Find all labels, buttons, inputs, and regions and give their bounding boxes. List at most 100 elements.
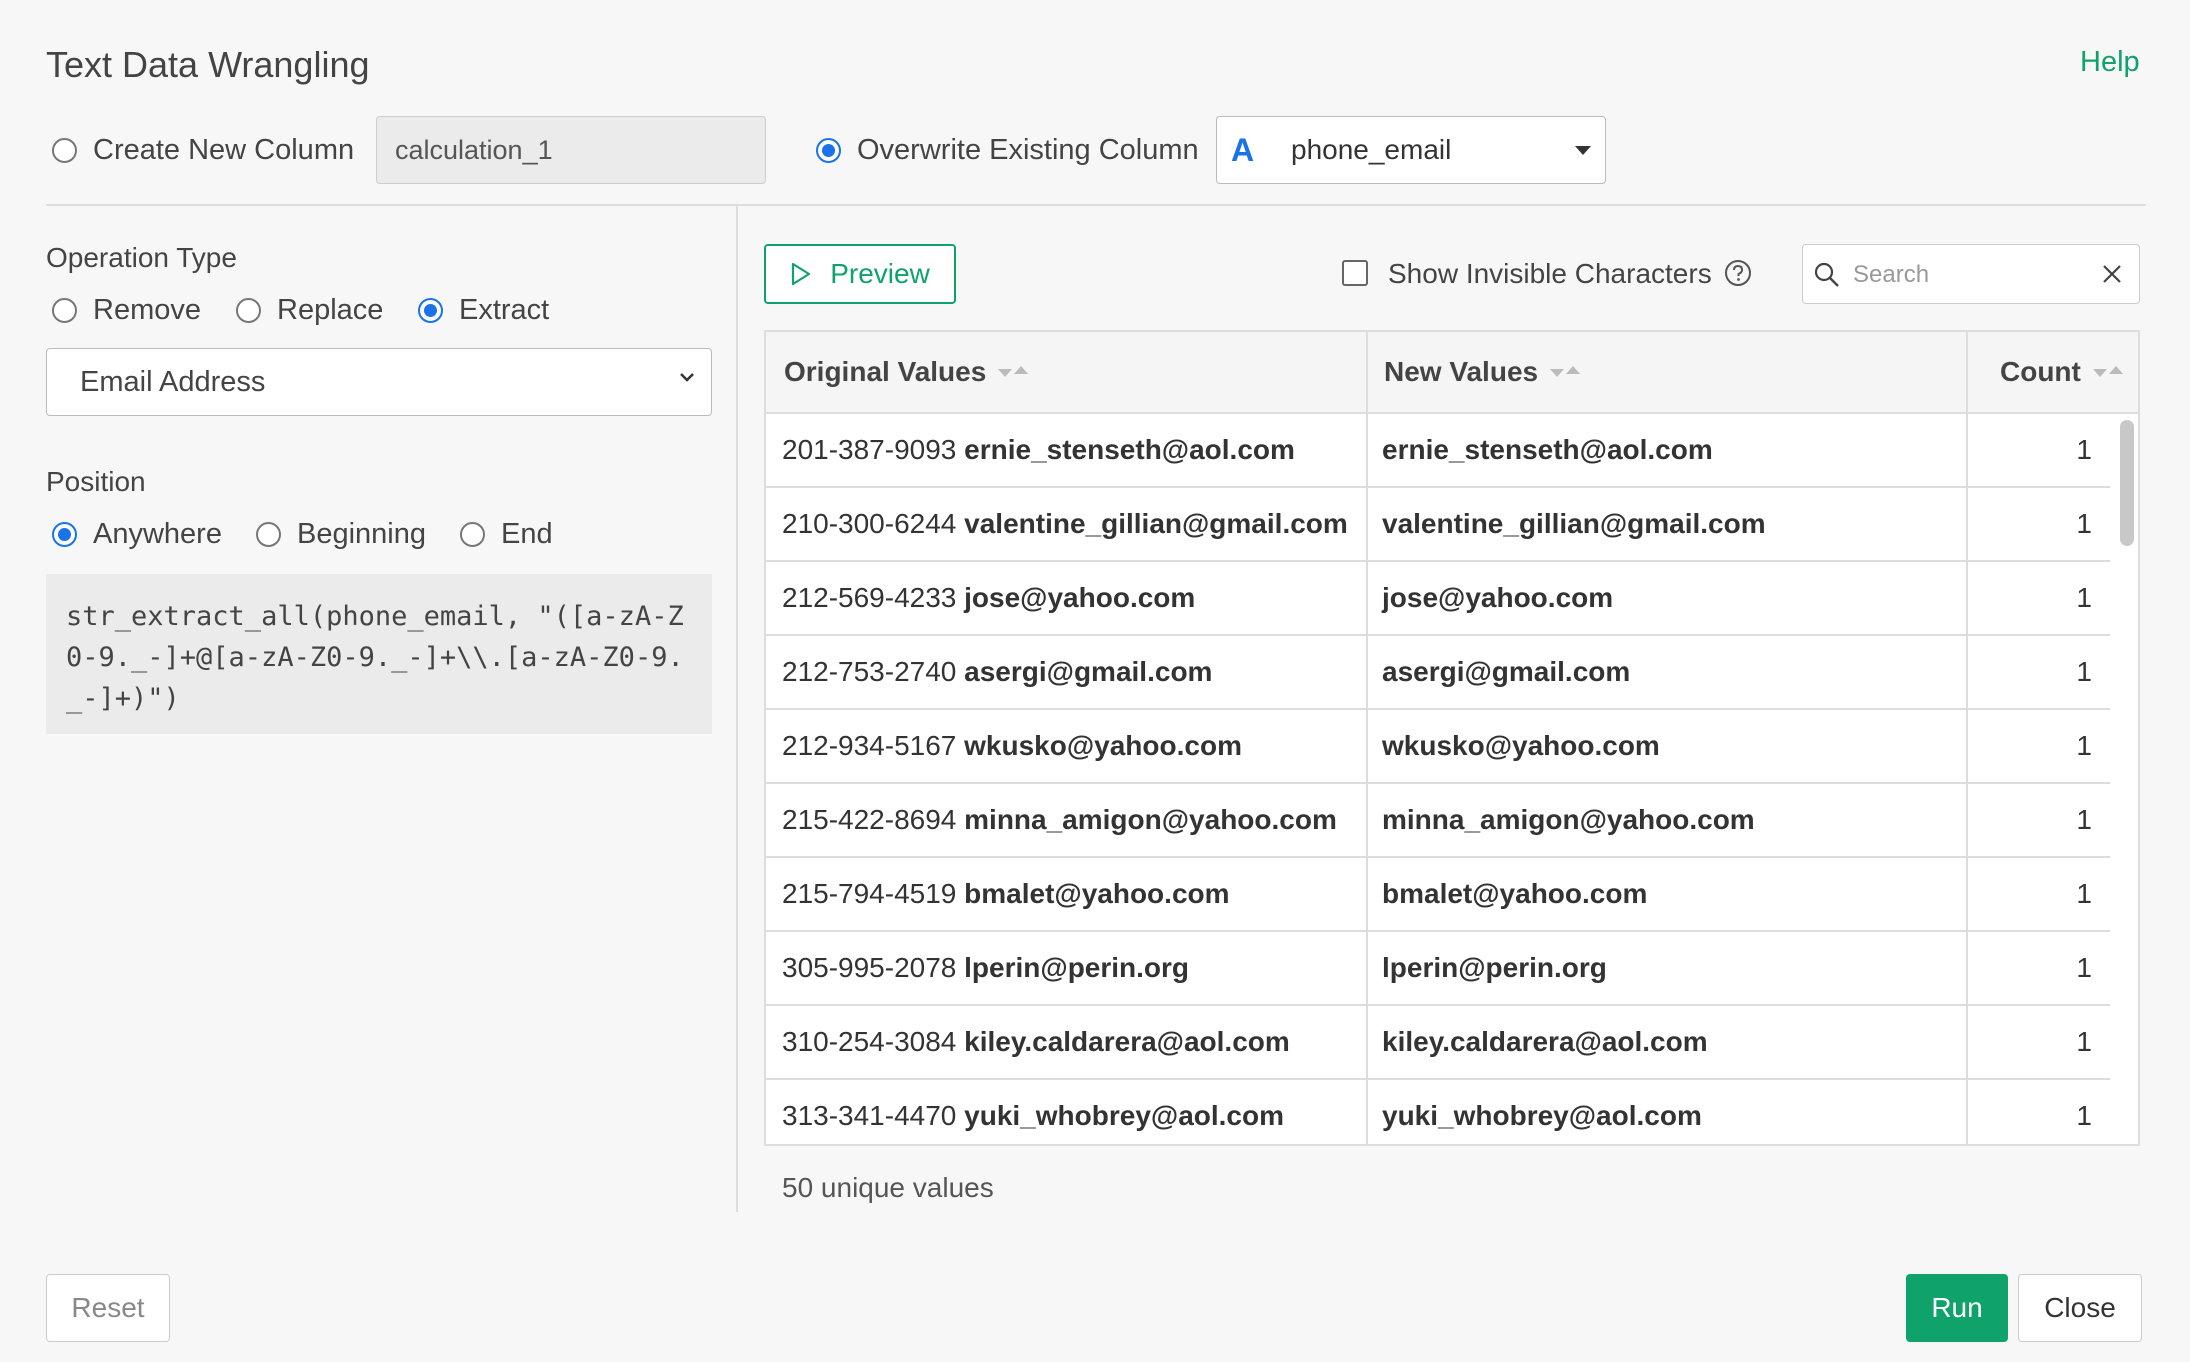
table-row: 305-995-2078 lperin@perin.org lperin@per…	[766, 932, 2110, 1006]
operation-replace-label: Replace	[277, 294, 384, 326]
original-value: 212-934-5167 wkusko@yahoo.com	[782, 730, 1242, 761]
search-input[interactable]: Search	[1853, 261, 1929, 289]
header-count[interactable]: Count	[2000, 332, 2123, 412]
help-link[interactable]: Help	[2080, 46, 2140, 79]
create-new-column-option[interactable]: Create New Column	[52, 134, 354, 167]
count-value: 1	[2076, 952, 2092, 983]
table-row: 212-934-5167 wkusko@yahoo.com wkusko@yah…	[766, 710, 2110, 784]
new-value: jose@yahoo.com	[1382, 582, 1614, 613]
search-icon	[1814, 262, 1839, 287]
original-value: 310-254-3084 kiley.caldarera@aol.com	[782, 1026, 1290, 1057]
create-new-column-label: Create New Column	[93, 134, 355, 166]
position-end-radio[interactable]	[460, 522, 485, 547]
operation-extract-radio[interactable]	[418, 298, 443, 323]
sort-icon[interactable]	[998, 365, 1029, 379]
count-value: 1	[2076, 1026, 2092, 1057]
position-beginning-label: Beginning	[297, 518, 426, 550]
operation-replace-radio[interactable]	[236, 298, 261, 323]
table-header: Original Values New Values Count	[766, 332, 2138, 414]
sort-icon[interactable]	[2092, 365, 2123, 379]
original-value: 210-300-6244 valentine_gillian@gmail.com	[782, 508, 1348, 539]
count-value: 1	[2076, 730, 2092, 761]
original-value: 201-387-9093 ernie_stenseth@aol.com	[782, 434, 1295, 465]
chevron-down-icon	[680, 373, 694, 382]
overwrite-existing-column-option[interactable]: Overwrite Existing Column	[816, 134, 1199, 167]
operation-extract-label: Extract	[459, 294, 550, 326]
question-circle-icon[interactable]	[1724, 259, 1752, 287]
unique-values-count: 50 unique values	[782, 1172, 994, 1203]
extract-pattern-value: Email Address	[80, 366, 266, 398]
position-label: Position	[46, 466, 146, 497]
preview-label: Preview	[830, 258, 930, 289]
extract-pattern-select[interactable]: Email Address	[46, 348, 712, 416]
close-button[interactable]: Close	[2018, 1274, 2142, 1342]
count-value: 1	[2076, 508, 2092, 539]
new-value: wkusko@yahoo.com	[1382, 730, 1660, 761]
table-row: 215-794-4519 bmalet@yahoo.com bmalet@yah…	[766, 858, 2110, 932]
table-row: 310-254-3084 kiley.caldarera@aol.com kil…	[766, 1006, 2110, 1080]
new-value: ernie_stenseth@aol.com	[1382, 434, 1713, 465]
original-value: 313-341-4470 yuki_whobrey@aol.com	[782, 1100, 1284, 1131]
reset-button[interactable]: Reset	[46, 1274, 170, 1342]
table-row: 212-569-4233 jose@yahoo.com jose@yahoo.c…	[766, 562, 2110, 636]
character-type-icon: A	[1231, 131, 1255, 168]
position-anywhere-radio[interactable]	[52, 522, 77, 547]
column-select[interactable]: A phone_email	[1216, 116, 1606, 184]
new-value: kiley.caldarera@aol.com	[1382, 1026, 1708, 1057]
position-beginning-radio[interactable]	[256, 522, 281, 547]
sort-icon[interactable]	[1550, 365, 1581, 379]
caret-down-icon	[1575, 146, 1591, 155]
original-value: 215-794-4519 bmalet@yahoo.com	[782, 878, 1230, 909]
position-anywhere-label: Anywhere	[93, 518, 222, 550]
original-value: 212-753-2740 asergi@gmail.com	[782, 656, 1213, 687]
operation-remove-label: Remove	[93, 294, 201, 326]
position-end-option[interactable]: End	[460, 518, 553, 551]
overwrite-existing-column-label: Overwrite Existing Column	[857, 134, 1199, 166]
header-original-values[interactable]: Original Values	[784, 332, 1029, 412]
new-value: lperin@perin.org	[1382, 952, 1607, 983]
operation-replace-option[interactable]: Replace	[236, 294, 383, 327]
count-value: 1	[2076, 582, 2092, 613]
table-row: 212-753-2740 asergi@gmail.com asergi@gma…	[766, 636, 2110, 710]
table-scrollbar[interactable]	[2120, 420, 2134, 546]
position-beginning-option[interactable]: Beginning	[256, 518, 426, 551]
new-value: minna_amigon@yahoo.com	[1382, 804, 1755, 835]
count-value: 1	[2076, 656, 2092, 687]
table-row: 215-422-8694 minna_amigon@yahoo.com minn…	[766, 784, 2110, 858]
new-value: valentine_gillian@gmail.com	[1382, 508, 1766, 539]
preview-button[interactable]: Preview	[764, 244, 956, 304]
new-value: bmalet@yahoo.com	[1382, 878, 1648, 909]
show-invisible-characters-checkbox[interactable]	[1342, 260, 1368, 286]
search-box[interactable]: Search	[1802, 244, 2140, 304]
count-value: 1	[2076, 434, 2092, 465]
play-outline-icon	[792, 262, 811, 286]
show-invisible-characters-label: Show Invisible Characters	[1388, 258, 1712, 289]
original-value: 215-422-8694 minna_amigon@yahoo.com	[782, 804, 1337, 835]
column-select-value: phone_email	[1291, 134, 1452, 165]
operation-type-label: Operation Type	[46, 242, 237, 273]
create-new-column-radio[interactable]	[52, 138, 77, 163]
close-icon[interactable]	[2101, 263, 2123, 285]
generated-code: str_extract_all(phone_email, "([a-zA-Z0-…	[46, 574, 712, 734]
new-column-name-input[interactable]: calculation_1	[376, 116, 766, 184]
count-value: 1	[2076, 878, 2092, 909]
original-value: 305-995-2078 lperin@perin.org	[782, 952, 1190, 983]
new-value: asergi@gmail.com	[1382, 656, 1631, 687]
preview-table: Original Values New Values Count 201-387…	[764, 330, 2140, 1146]
header-divider	[46, 204, 2146, 206]
table-row: 313-341-4470 yuki_whobrey@aol.com yuki_w…	[766, 1080, 2110, 1144]
new-value: yuki_whobrey@aol.com	[1382, 1100, 1702, 1131]
count-value: 1	[2076, 804, 2092, 835]
table-row: 201-387-9093 ernie_stenseth@aol.com erni…	[766, 414, 2110, 488]
count-value: 1	[2076, 1100, 2092, 1131]
header-new-values[interactable]: New Values	[1384, 332, 1581, 412]
operation-remove-option[interactable]: Remove	[52, 294, 201, 327]
operation-extract-option[interactable]: Extract	[418, 294, 549, 327]
operation-remove-radio[interactable]	[52, 298, 77, 323]
overwrite-existing-column-radio[interactable]	[816, 138, 841, 163]
panel-divider	[736, 206, 738, 1212]
position-anywhere-option[interactable]: Anywhere	[52, 518, 222, 551]
dialog-title: Text Data Wrangling	[46, 44, 370, 85]
text-data-wrangling-dialog: Text Data Wrangling Help Create New Colu…	[0, 0, 2190, 1362]
run-button[interactable]: Run	[1906, 1274, 2008, 1342]
